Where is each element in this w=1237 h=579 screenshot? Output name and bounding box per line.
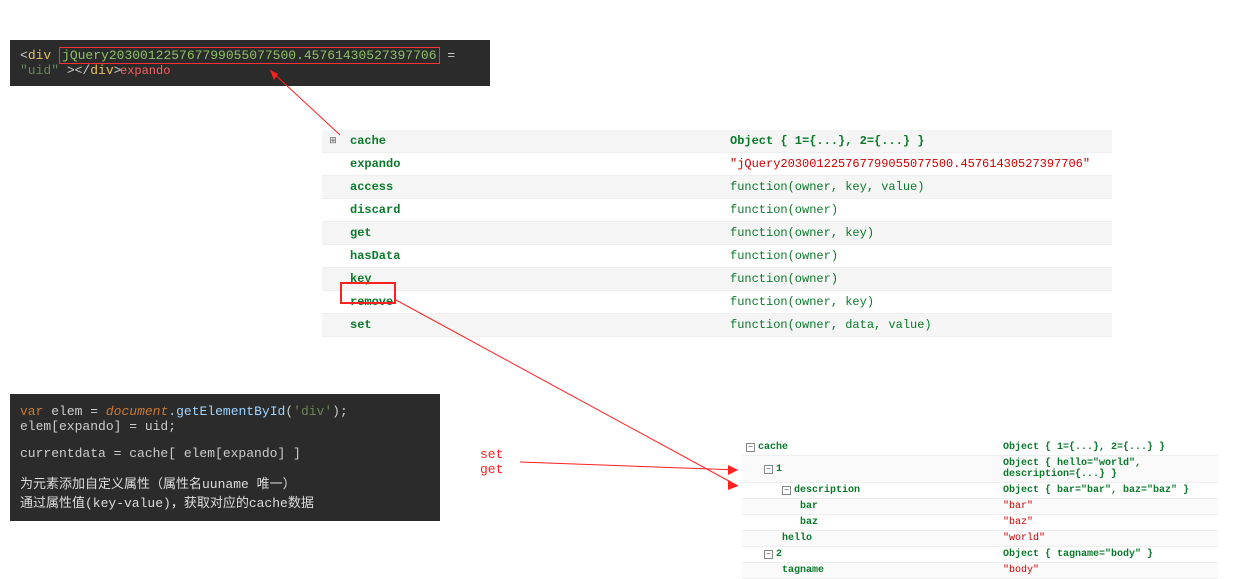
expand-icon	[322, 245, 344, 268]
property-value: "jQuery203001225767799055077500.45761430…	[724, 153, 1112, 176]
tree-node-name: description	[794, 485, 860, 496]
tree-name-cell: −1	[742, 456, 999, 483]
expand-icon	[322, 222, 344, 245]
table-row[interactable]: ⊞cacheObject { 1={...}, 2={...} }	[322, 130, 1112, 153]
attr-value: "uid"	[20, 63, 59, 78]
property-name: hasData	[344, 245, 724, 268]
tree-name-cell: tagname	[742, 563, 999, 579]
collapse-icon[interactable]: −	[764, 550, 773, 559]
expand-icon	[322, 314, 344, 337]
tree-row[interactable]: tagname "body"	[742, 563, 1218, 579]
tag-close: div	[90, 63, 113, 78]
collapse-icon[interactable]: −	[746, 443, 755, 452]
property-value: function(owner)	[724, 199, 1112, 222]
property-name: access	[344, 176, 724, 199]
tree-node-value: "body"	[999, 563, 1218, 579]
tree-node-value: "baz"	[999, 515, 1218, 531]
tree-node-value: Object { tagname="body" }	[999, 547, 1218, 563]
tree-name-cell: −cache	[742, 440, 999, 456]
expand-icon	[322, 153, 344, 176]
property-name: cache	[344, 130, 724, 153]
tree-node-value: "bar"	[999, 499, 1218, 515]
property-name: expando	[344, 153, 724, 176]
code-block-top: <div jQuery203001225767799055077500.4576…	[10, 40, 490, 86]
tree-row[interactable]: −descriptionObject { bar="bar", baz="baz…	[742, 483, 1218, 499]
tree-node-name: cache	[758, 442, 788, 453]
collapse-icon[interactable]: −	[764, 465, 773, 474]
tree-node-value: Object { hello="world", description={...…	[999, 456, 1218, 483]
property-name: discard	[344, 199, 724, 222]
code-line-2: elem[expando] = uid;	[20, 419, 430, 434]
tree-name-cell: baz	[742, 515, 999, 531]
tree-node-value: Object { bar="bar", baz="baz" }	[999, 483, 1218, 499]
tree-name-cell: hello	[742, 531, 999, 547]
property-name: get	[344, 222, 724, 245]
expand-icon	[322, 176, 344, 199]
tree-node-name: 2	[776, 549, 782, 560]
code-line-4: 为元素添加自定义属性（属性名uuname 唯一）	[20, 473, 430, 492]
property-value: function(owner)	[724, 245, 1112, 268]
cache-tree-body: −cacheObject { 1={...}, 2={...} }−1Objec…	[742, 440, 1218, 579]
get-label: get	[480, 462, 503, 477]
tree-name-cell: bar	[742, 499, 999, 515]
tree-node-name: bar	[800, 501, 818, 512]
table-row[interactable]: discardfunction(owner)	[322, 199, 1112, 222]
set-label: set	[480, 447, 503, 462]
tree-row[interactable]: hello "world"	[742, 531, 1218, 547]
setget-label: set get	[480, 447, 503, 477]
tree-row[interactable]: −1Object { hello="world", description={.…	[742, 456, 1218, 483]
tree-node-name: 1	[776, 464, 782, 475]
property-table-body: ⊞cacheObject { 1={...}, 2={...} }expando…	[322, 130, 1112, 337]
expando-label: expando	[120, 64, 170, 78]
table-row[interactable]: getfunction(owner, key)	[322, 222, 1112, 245]
tree-row[interactable]: baz "baz"	[742, 515, 1218, 531]
tree-node-name: hello	[782, 533, 812, 544]
property-value: function(owner)	[724, 268, 1112, 291]
tree-row[interactable]: −2Object { tagname="body" }	[742, 547, 1218, 563]
table-row[interactable]: setfunction(owner, data, value)	[322, 314, 1112, 337]
table-row[interactable]: keyfunction(owner)	[322, 268, 1112, 291]
property-name: set	[344, 314, 724, 337]
property-name: key	[344, 268, 724, 291]
property-value: Object { 1={...}, 2={...} }	[724, 130, 1112, 153]
expand-icon	[322, 199, 344, 222]
property-name: remove	[344, 291, 724, 314]
expand-icon[interactable]: ⊞	[322, 130, 344, 153]
tree-name-cell: −description	[742, 483, 999, 499]
table-row[interactable]: hasDatafunction(owner)	[322, 245, 1112, 268]
tree-node-value: Object { 1={...}, 2={...} }	[999, 440, 1218, 456]
expando-attr: jQuery203001225767799055077500.457614305…	[62, 48, 436, 63]
tree-node-value: "world"	[999, 531, 1218, 547]
collapse-icon[interactable]: −	[782, 486, 791, 495]
tag-open: div	[28, 48, 51, 63]
property-value: function(owner, key)	[724, 222, 1112, 245]
tree-node-name: baz	[800, 517, 818, 528]
table-row[interactable]: expando"jQuery203001225767799055077500.4…	[322, 153, 1112, 176]
expand-icon	[322, 291, 344, 314]
property-value: function(owner, key)	[724, 291, 1112, 314]
table-row[interactable]: removefunction(owner, key)	[322, 291, 1112, 314]
tree-node-name: tagname	[782, 565, 824, 576]
code-line-5: 通过属性值(key-value)，获取对应的cache数据	[20, 492, 430, 511]
expand-icon	[322, 268, 344, 291]
code-block-bottom: var elem = document.getElementById('div'…	[10, 394, 440, 521]
property-value: function(owner, key, value)	[724, 176, 1112, 199]
cache-tree: −cacheObject { 1={...}, 2={...} }−1Objec…	[742, 440, 1218, 579]
tree-name-cell: −2	[742, 547, 999, 563]
tree-row[interactable]: bar "bar"	[742, 499, 1218, 515]
property-value: function(owner, data, value)	[724, 314, 1112, 337]
code-line-3: currentdata = cache[ elem[expando] ]	[20, 446, 430, 461]
tree-row[interactable]: −cacheObject { 1={...}, 2={...} }	[742, 440, 1218, 456]
property-table: ⊞cacheObject { 1={...}, 2={...} }expando…	[322, 130, 1112, 337]
table-row[interactable]: accessfunction(owner, key, value)	[322, 176, 1112, 199]
